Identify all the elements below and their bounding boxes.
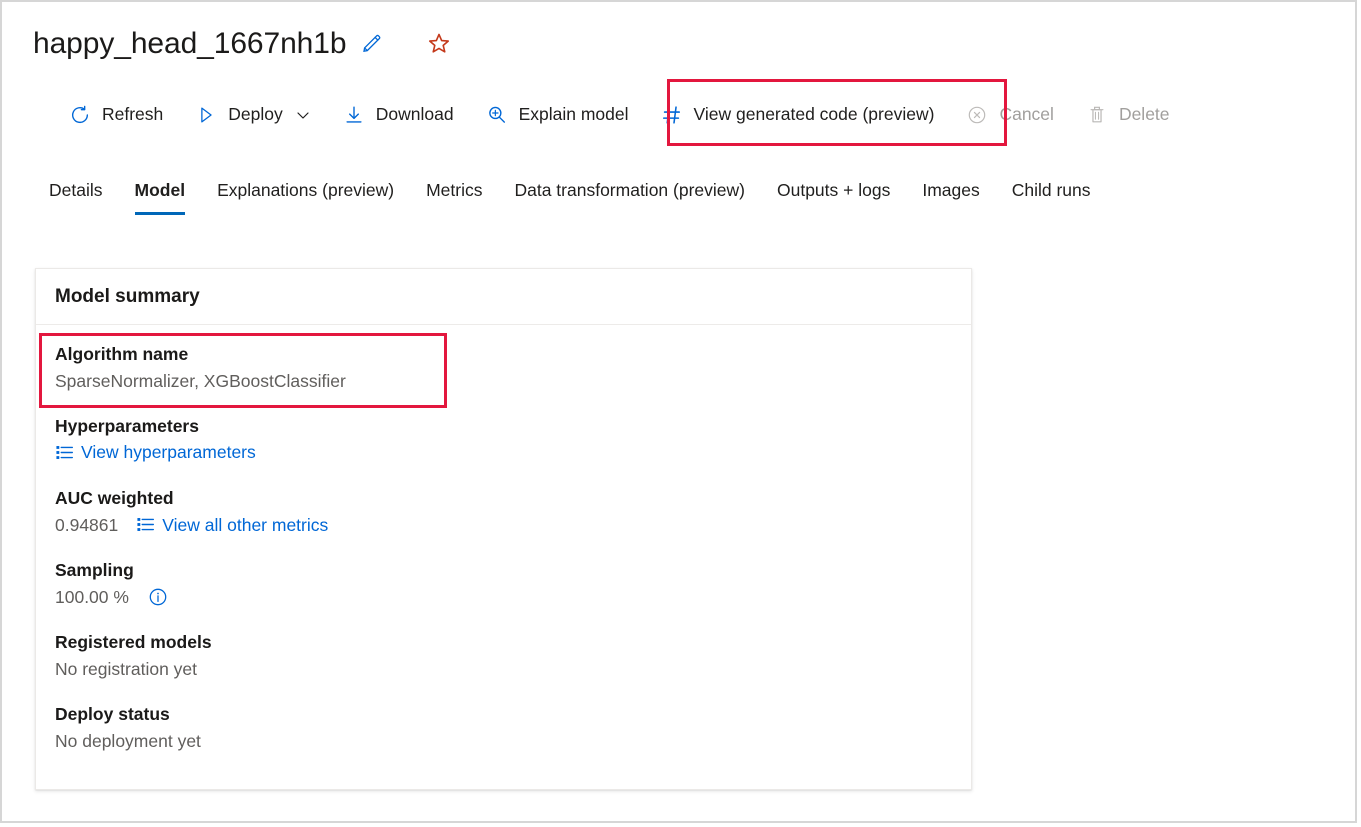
field-hyperparameters: Hyperparameters View hyperparameters xyxy=(55,413,952,467)
tab-child-runs-label: Child runs xyxy=(1012,180,1091,200)
refresh-button[interactable]: Refresh xyxy=(58,94,174,136)
download-label: Download xyxy=(376,106,454,124)
list-icon xyxy=(55,443,74,462)
info-circle-icon[interactable] xyxy=(147,586,169,608)
view-all-other-metrics-link[interactable]: View all other metrics xyxy=(136,512,328,538)
delete-label: Delete xyxy=(1119,106,1170,124)
auc-weighted-value: 0.94861 xyxy=(55,511,118,539)
algorithm-name-value: SparseNormalizer, XGBoostClassifier xyxy=(55,367,952,395)
explain-model-button[interactable]: Explain model xyxy=(475,94,640,136)
refresh-icon xyxy=(69,104,91,126)
sampling-value: 100.00 % xyxy=(55,583,129,611)
tab-details[interactable]: Details xyxy=(33,174,119,215)
registered-models-value: No registration yet xyxy=(55,655,952,683)
field-auc-weighted: AUC weighted 0.94861 View all othe xyxy=(55,485,952,539)
refresh-label: Refresh xyxy=(102,106,163,124)
page-title-row: happy_head_1667nh1b xyxy=(33,22,452,66)
tab-metrics-label: Metrics xyxy=(426,180,482,200)
tab-bar: Details Model Explanations (preview) Met… xyxy=(33,174,1107,222)
deploy-label: Deploy xyxy=(228,106,282,124)
view-hyperparameters-label: View hyperparameters xyxy=(81,439,256,465)
field-sampling: Sampling 100.00 % xyxy=(55,557,952,611)
magnifier-plus-icon xyxy=(486,104,508,126)
tab-explanations-label: Explanations (preview) xyxy=(217,180,394,200)
explain-model-label: Explain model xyxy=(519,106,629,124)
run-details-page: happy_head_1667nh1b Refresh xyxy=(0,0,1357,823)
tab-metrics[interactable]: Metrics xyxy=(410,174,498,215)
tab-model-label: Model xyxy=(135,180,186,200)
registered-models-label: Registered models xyxy=(55,629,952,655)
command-bar: Refresh Deploy xyxy=(58,94,1191,136)
trash-icon xyxy=(1086,104,1108,126)
page-title: happy_head_1667nh1b xyxy=(33,27,346,61)
deploy-status-label: Deploy status xyxy=(55,701,952,727)
view-all-other-metrics-label: View all other metrics xyxy=(162,512,328,538)
field-algorithm-name: Algorithm name SparseNormalizer, XGBoost… xyxy=(55,341,952,395)
field-registered-models: Registered models No registration yet xyxy=(55,629,952,683)
delete-button: Delete xyxy=(1075,94,1181,136)
download-icon xyxy=(343,104,365,126)
model-summary-title: Model summary xyxy=(36,269,971,325)
view-generated-code-button[interactable]: View generated code (preview) xyxy=(650,94,946,136)
chevron-down-icon[interactable] xyxy=(295,107,311,123)
play-icon xyxy=(195,104,217,126)
tab-data-transformation[interactable]: Data transformation (preview) xyxy=(498,174,761,215)
model-summary-card: Model summary Algorithm name SparseNorma… xyxy=(35,268,972,790)
hash-icon xyxy=(661,104,683,126)
cancel-label: Cancel xyxy=(999,106,1053,124)
tab-data-transformation-label: Data transformation (preview) xyxy=(514,180,745,200)
tab-images-label: Images xyxy=(922,180,979,200)
model-summary-body: Algorithm name SparseNormalizer, XGBoost… xyxy=(36,325,971,755)
star-icon[interactable] xyxy=(426,31,452,57)
view-hyperparameters-link[interactable]: View hyperparameters xyxy=(55,439,256,465)
auc-weighted-label: AUC weighted xyxy=(55,485,952,511)
cancel-button: Cancel xyxy=(955,94,1064,136)
auc-weighted-row: 0.94861 View all other metrics xyxy=(55,511,952,539)
tab-outputs-logs[interactable]: Outputs + logs xyxy=(761,174,906,215)
circle-x-icon xyxy=(966,104,988,126)
list-icon xyxy=(136,515,155,534)
pencil-icon[interactable] xyxy=(360,32,384,56)
field-deploy-status: Deploy status No deployment yet xyxy=(55,701,952,755)
tab-outputs-logs-label: Outputs + logs xyxy=(777,180,890,200)
deploy-status-value: No deployment yet xyxy=(55,727,952,755)
algorithm-name-label: Algorithm name xyxy=(55,341,952,367)
sampling-row: 100.00 % xyxy=(55,583,952,611)
tab-details-label: Details xyxy=(49,180,103,200)
hyperparameters-label: Hyperparameters xyxy=(55,413,952,439)
tab-explanations[interactable]: Explanations (preview) xyxy=(201,174,410,215)
tab-child-runs[interactable]: Child runs xyxy=(996,174,1107,215)
sampling-label: Sampling xyxy=(55,557,952,583)
tab-model[interactable]: Model xyxy=(119,174,202,215)
deploy-button[interactable]: Deploy xyxy=(184,94,321,136)
tab-images[interactable]: Images xyxy=(906,174,995,215)
view-generated-code-label: View generated code (preview) xyxy=(694,106,935,124)
download-button[interactable]: Download xyxy=(332,94,465,136)
